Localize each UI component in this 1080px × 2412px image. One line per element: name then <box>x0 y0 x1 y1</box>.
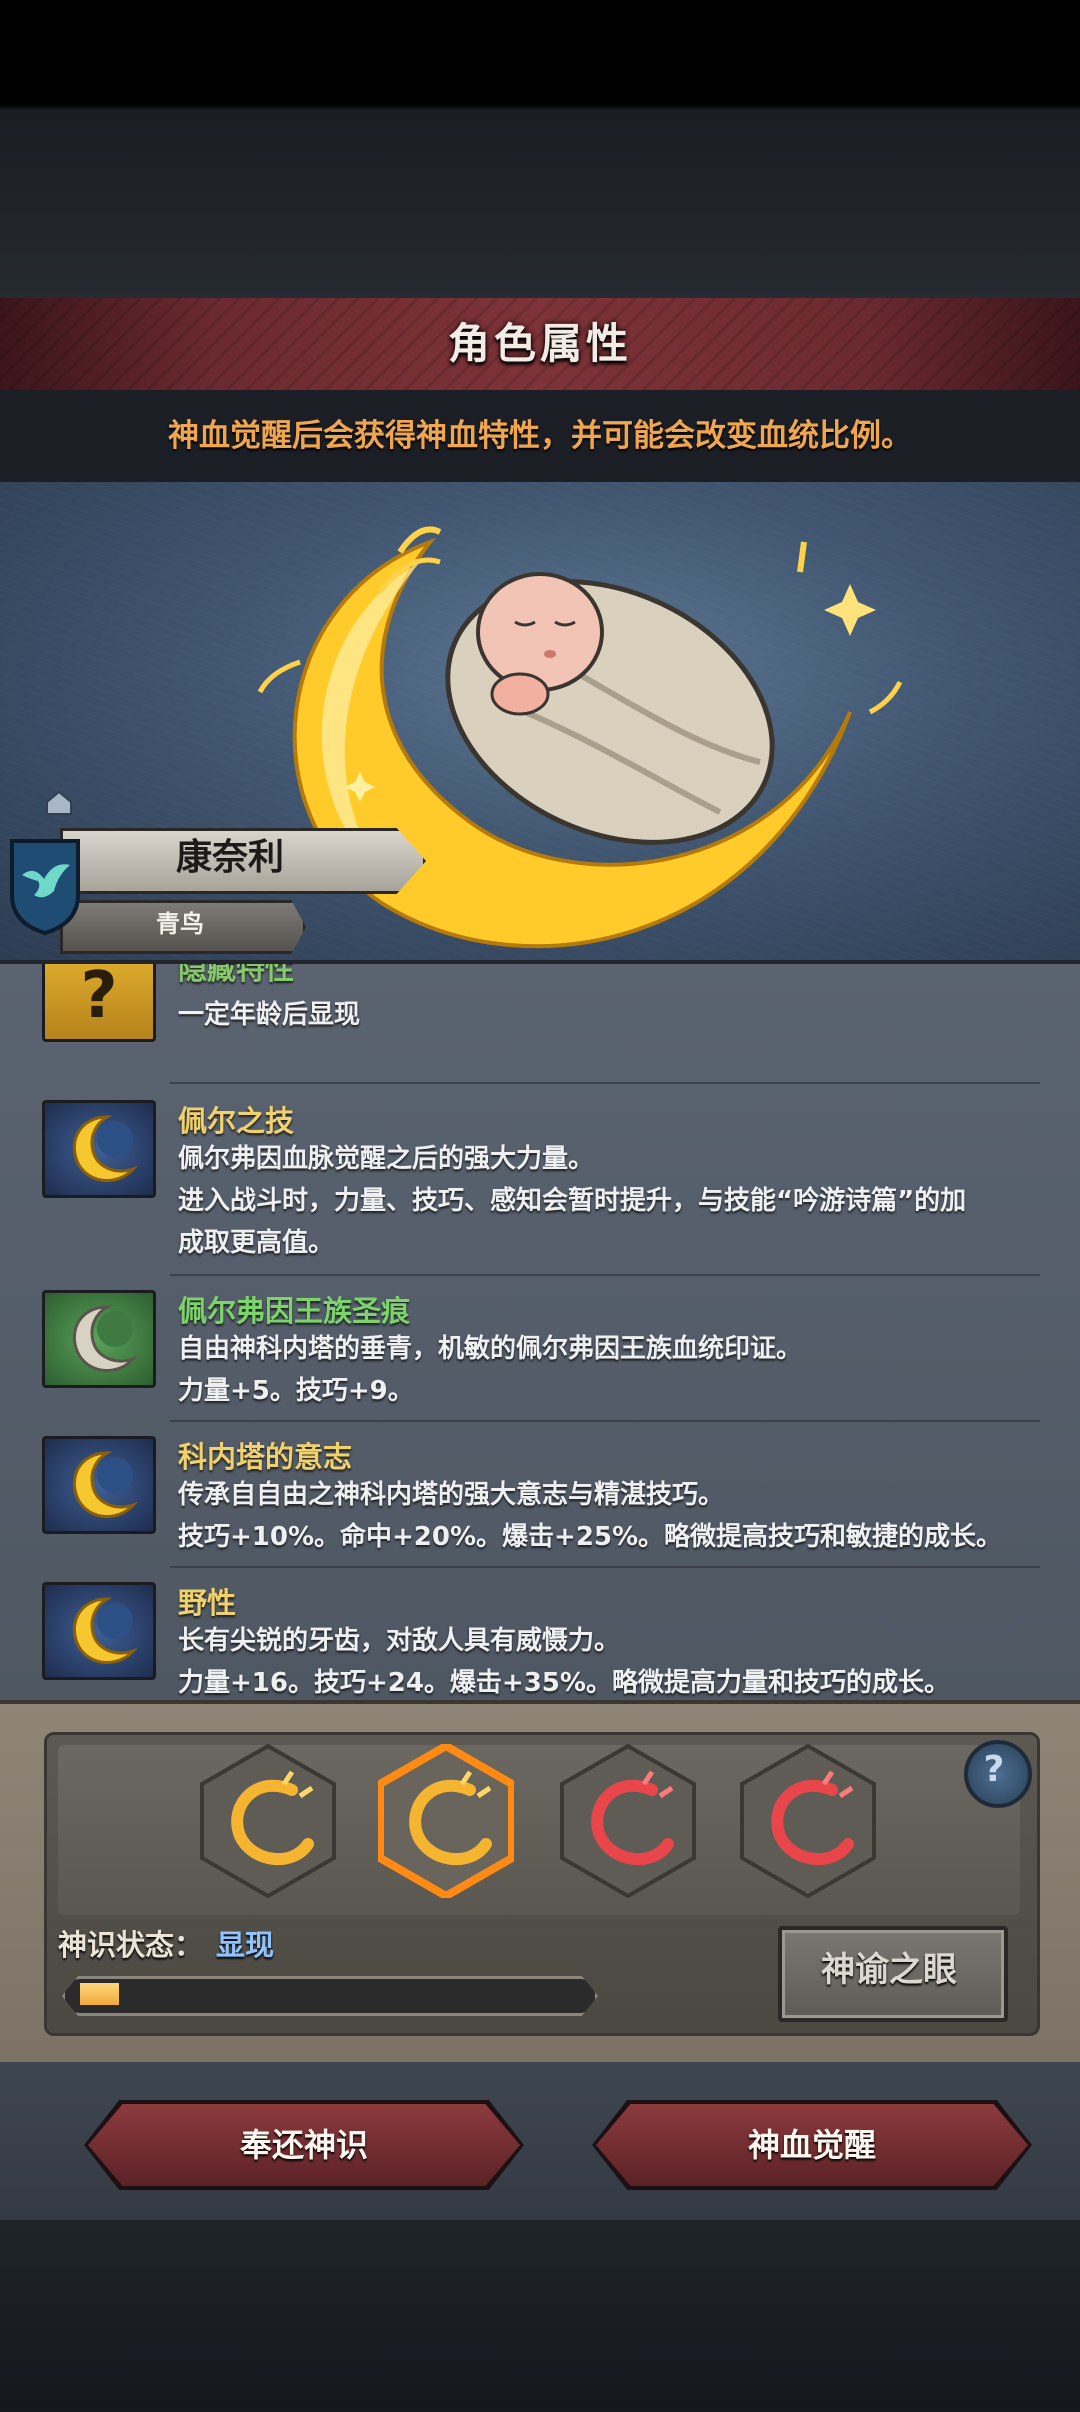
sparkle-icon <box>824 584 876 636</box>
character-title: 青鸟 <box>156 910 204 938</box>
trait-desc-line: 一定年龄后显现 <box>178 1000 361 1030</box>
rune-slot-3[interactable] <box>560 1744 696 1898</box>
divine-blood-awaken-label: 神血觉醒 <box>747 2126 876 2164</box>
notice-strip: 神血觉醒后会获得神血特性，并可能会改变血统比例。 <box>0 390 1080 482</box>
house-icon <box>46 790 72 815</box>
page-title: 角色属性 <box>447 319 632 368</box>
baby-hand <box>490 672 550 716</box>
divine-sense-progress-fill <box>80 1983 119 2005</box>
baby-face <box>476 572 604 692</box>
golden-crescent-icon <box>42 1100 156 1198</box>
silver-crescent-icon <box>42 1290 156 1388</box>
trait-desc-line: 长有尖锐的牙齿，对敌人具有威慑力。 <box>178 1626 621 1656</box>
bottom-dark-band <box>0 2220 1080 2412</box>
trait-divider <box>170 1420 1040 1422</box>
trait-name: 佩尔之技 <box>178 1104 295 1138</box>
trait-desc-line: 力量+5。技巧+9。 <box>178 1376 414 1406</box>
return-divine-sense-label: 奉还神识 <box>239 2126 368 2164</box>
question-mark-icon: ? <box>983 1749 1005 1790</box>
rune-slot-1[interactable] <box>200 1744 336 1898</box>
trait-desc-line: 佩尔弗因血脉觉醒之后的强大力量。 <box>178 1144 595 1174</box>
trait-name: 科内塔的意志 <box>178 1440 353 1474</box>
title-bar: 角色属性 <box>0 298 1080 393</box>
trait-name: 隐藏特性 <box>178 960 295 986</box>
trait-divider <box>170 1082 1040 1084</box>
oracle-eye-label: 神谕之眼 <box>821 1950 957 1990</box>
trait-divider <box>170 1566 1040 1568</box>
top-dark-band <box>0 0 1080 300</box>
svg-text:?: ? <box>80 960 117 1033</box>
trait-desc-line: 传承自自由之神科内塔的强大意志与精湛技巧。 <box>178 1480 725 1510</box>
trait-desc-line: 自由神科内塔的垂青，机敏的佩尔弗因王族血统印证。 <box>178 1334 803 1364</box>
divine-sense-status-value: 显现 <box>216 1928 275 1962</box>
divine-sense-progress-bar <box>62 1976 598 2016</box>
trait-desc-line: 力量+16。技巧+24。爆击+35%。略微提高力量和技巧的成长。 <box>178 1668 950 1698</box>
trait-name: 佩尔弗因王族圣痕 <box>178 1294 411 1328</box>
question-icon: ? <box>42 960 156 1042</box>
rune-slot-4[interactable] <box>740 1744 876 1898</box>
notice-text: 神血觉醒后会获得神血特性，并可能会改变血统比例。 <box>168 418 912 454</box>
golden-crescent-icon <box>42 1436 156 1534</box>
trait-desc-line: 进入战斗时，力量、技巧、感知会暂时提升，与技能“吟游诗篇”的加 <box>178 1186 967 1216</box>
trait-desc-line: 技巧+10%。命中+20%。爆击+25%。略微提高技巧和敏捷的成长。 <box>178 1522 1003 1552</box>
trait-name: 野性 <box>178 1586 237 1620</box>
rune-slot-2-selected[interactable] <box>378 1744 514 1898</box>
trait-divider <box>170 1274 1040 1276</box>
character-name: 康奈利 <box>175 837 284 878</box>
golden-crescent-icon <box>42 1582 156 1680</box>
trait-desc-line: 成取更高值。 <box>178 1228 335 1258</box>
divine-sense-status-label: 神识状态： <box>58 1928 204 1962</box>
trait-list[interactable]: ? 隐藏特性 一定年龄后显现 佩尔之技 佩尔弗因血脉觉醒之后的强大力量。 进入战… <box>0 960 1080 1704</box>
bird-emblem-icon <box>10 839 80 935</box>
